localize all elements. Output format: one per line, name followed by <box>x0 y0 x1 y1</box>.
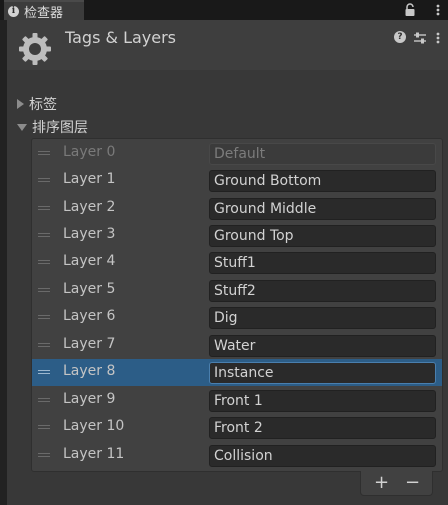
drag-handle-icon[interactable] <box>38 342 50 348</box>
layer-label: Layer 2 <box>63 199 116 215</box>
layer-name-field[interactable]: Stuff1 <box>209 252 436 274</box>
layer-label: Layer 1 <box>63 171 116 187</box>
layer-name-field[interactable]: Front 2 <box>209 417 436 439</box>
layer-row[interactable]: Layer 5 Stuff2 <box>32 277 442 304</box>
layer-label: Layer 8 <box>63 363 116 379</box>
layer-label: Layer 10 <box>63 418 125 434</box>
layer-name-field[interactable]: Stuff2 <box>209 280 436 302</box>
info-icon: i <box>8 5 19 17</box>
layer-row-selected[interactable]: Layer 8 Instance <box>32 359 442 386</box>
drag-handle-icon[interactable] <box>38 205 50 211</box>
layer-name-field[interactable]: Ground Middle <box>209 198 436 220</box>
drag-handle-icon[interactable] <box>38 424 50 430</box>
left-rail <box>0 20 7 505</box>
layer-row[interactable]: Layer 6 Dig <box>32 304 442 331</box>
drag-handle-icon[interactable] <box>38 452 50 458</box>
layer-row[interactable]: Layer 1 Ground Bottom <box>32 167 442 194</box>
drag-handle-icon[interactable] <box>38 397 50 403</box>
presets-icon[interactable] <box>413 31 427 45</box>
component-title: Tags & Layers <box>65 28 177 47</box>
lock-icon[interactable] <box>403 2 417 18</box>
layer-name-field[interactable]: Ground Top <box>209 225 436 247</box>
drag-handle-icon[interactable] <box>38 232 50 238</box>
layer-label: Layer 6 <box>63 308 116 324</box>
layer-label: Layer 9 <box>63 391 116 407</box>
drag-handle-icon[interactable] <box>38 287 50 293</box>
foldout-sorting-layers[interactable]: 排序图层 <box>17 117 88 137</box>
layer-label: Layer 4 <box>63 253 116 269</box>
drag-handle-icon[interactable] <box>38 150 50 156</box>
layer-row[interactable]: Layer 10 Front 2 <box>32 414 442 441</box>
layer-name-field[interactable]: Dig <box>209 307 436 329</box>
layer-row[interactable]: Layer 7 Water <box>32 332 442 359</box>
layer-name-field[interactable]: Collision <box>209 445 436 467</box>
layer-name-field[interactable]: Front 1 <box>209 390 436 412</box>
kebab-menu-icon[interactable] <box>434 30 442 46</box>
layer-name-field[interactable]: Ground Bottom <box>209 170 436 192</box>
add-layer-button[interactable]: + <box>374 472 389 493</box>
layer-label: Layer 3 <box>63 226 116 242</box>
tab-title: 检查器 <box>24 5 64 21</box>
drag-handle-icon[interactable] <box>38 259 50 265</box>
layer-row[interactable]: Layer 2 Ground Middle <box>32 195 442 222</box>
drag-handle-icon[interactable] <box>38 177 50 183</box>
layer-row[interactable]: Layer 4 Stuff1 <box>32 249 442 276</box>
layer-row[interactable]: Layer 11 Collision <box>32 442 442 469</box>
layer-name-field: Default <box>209 143 436 165</box>
layer-label: Layer 5 <box>63 281 116 297</box>
layer-label: Layer 11 <box>63 446 125 462</box>
remove-layer-button[interactable]: − <box>405 472 420 493</box>
gear-icon <box>19 33 51 65</box>
kebab-menu-icon[interactable] <box>434 2 442 18</box>
list-footer: + − <box>360 471 433 496</box>
layer-name-field[interactable]: Water <box>209 335 436 357</box>
foldout-sorting-layers-label: 排序图层 <box>32 120 88 136</box>
drag-handle-icon[interactable] <box>38 369 50 375</box>
drag-handle-icon[interactable] <box>38 314 50 320</box>
foldout-collapsed-icon <box>17 99 24 109</box>
help-icon[interactable]: ? <box>394 31 406 43</box>
foldout-tags[interactable]: 标签 <box>17 94 57 114</box>
layer-label: Layer 0 <box>63 144 116 160</box>
tab-inspector[interactable]: i 检查器 <box>4 0 84 21</box>
layer-row[interactable]: Layer 3 Ground Top <box>32 222 442 249</box>
foldout-tags-label: 标签 <box>29 97 57 113</box>
layer-name-field[interactable]: Instance <box>209 362 436 384</box>
foldout-expanded-icon <box>17 123 27 131</box>
layer-label: Layer 7 <box>63 336 116 352</box>
layer-row[interactable]: Layer 0 Default <box>32 140 442 167</box>
layer-row[interactable]: Layer 9 Front 1 <box>32 387 442 414</box>
